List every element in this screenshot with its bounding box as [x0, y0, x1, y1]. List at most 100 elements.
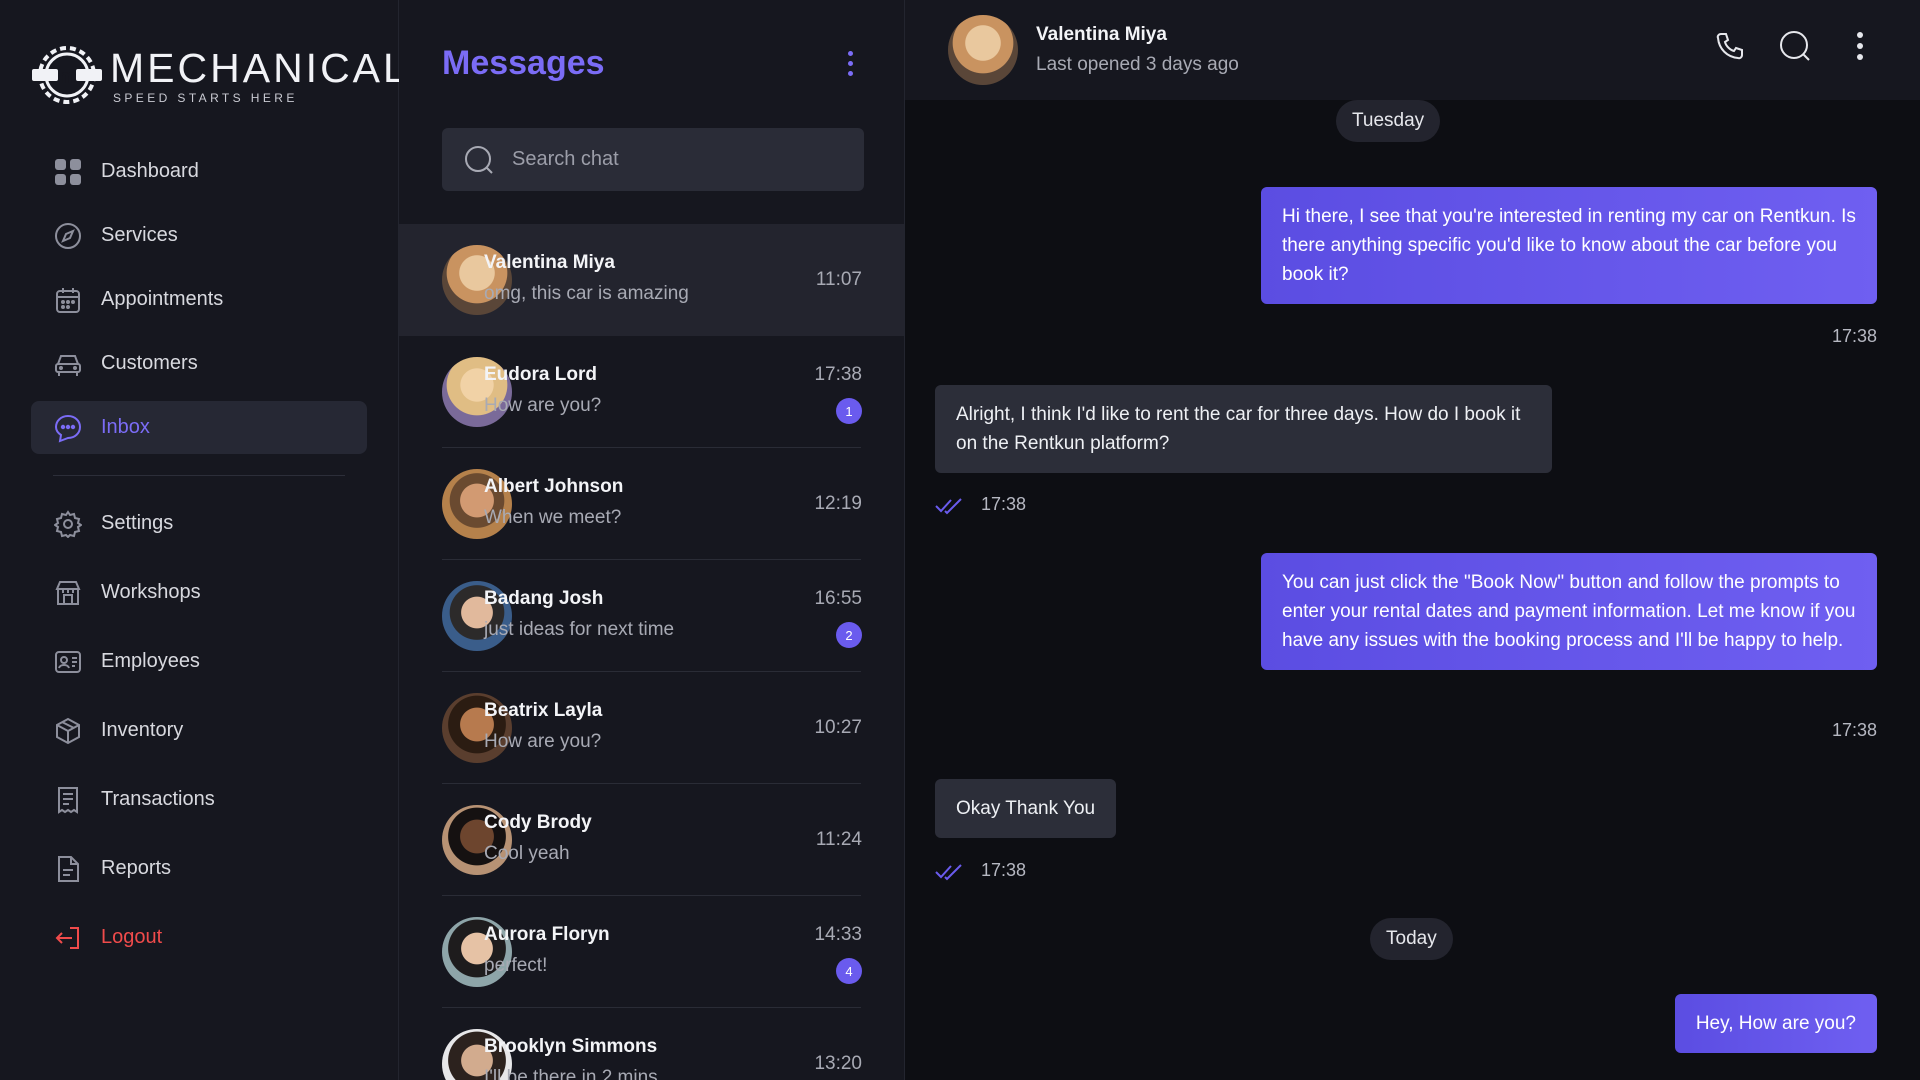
conversation-time: 13:20 — [814, 1053, 862, 1074]
conversation-preview: I'll be there in 2 mins — [484, 1067, 658, 1080]
conversation-name: Brooklyn Simmons — [484, 1036, 658, 1057]
message-outgoing[interactable]: You can just click the "Book Now" button… — [1261, 553, 1877, 670]
brand-title: MECHANICAL — [110, 44, 409, 91]
message-time: 17:38 — [1831, 720, 1877, 740]
conversation-time: 10:27 — [814, 717, 862, 738]
day-separator: Tuesday — [1336, 100, 1441, 142]
sidebar-item-services[interactable]: Services — [31, 209, 367, 262]
sidebar-item-label: Settings — [101, 512, 174, 534]
unread-badge: 4 — [836, 958, 862, 984]
calendar-icon — [53, 285, 83, 315]
conversation-item[interactable]: Valentina Miya omg, this car is amazing … — [399, 224, 904, 336]
conversation-item[interactable]: Beatrix Layla How are you? 10:27 — [399, 672, 904, 784]
sidebar-item-label: Transactions — [101, 788, 215, 810]
contact-avatar[interactable] — [948, 15, 1018, 85]
conversation-time: 11:07 — [815, 269, 862, 290]
day-separator: Today — [1370, 918, 1453, 960]
sidebar-item-label: Inbox — [101, 416, 150, 438]
sidebar-item-label: Workshops — [101, 581, 201, 603]
message-outgoing[interactable]: Hi there, I see that you're interested i… — [1261, 187, 1877, 304]
conversation-preview: How are you? — [484, 731, 602, 752]
conversation-time: 11:24 — [815, 829, 862, 850]
sidebar-item-customers[interactable]: Customers — [31, 337, 367, 390]
sidebar-item-dashboard[interactable]: Dashboard — [31, 145, 367, 198]
sidebar-item-label: Appointments — [101, 288, 224, 310]
search-input[interactable] — [512, 148, 852, 171]
conversation-name: Albert Johnson — [484, 476, 624, 497]
contact-name: Valentina Miya — [1036, 24, 1167, 45]
sidebar-item-employees[interactable]: Employees — [31, 635, 367, 688]
chat-panel: Valentina Miya Last opened 3 days ago Tu… — [905, 0, 1920, 1080]
conversation-preview: omg, this car is amazing — [484, 283, 689, 304]
logout-icon — [53, 923, 83, 953]
conversation-name: Eudora Lord — [484, 364, 597, 385]
gear-logo-icon: m — [32, 46, 102, 104]
sidebar-item-reports[interactable]: Reports — [31, 842, 367, 895]
sidebar-item-workshops[interactable]: Workshops — [31, 566, 367, 619]
search-chat-button[interactable] — [1779, 28, 1811, 64]
receipt-icon — [53, 785, 83, 815]
search-bar — [442, 128, 864, 191]
conversation-preview: just ideas for next time — [484, 619, 675, 640]
sidebar-nav: Dashboard Services Appointments Customer… — [31, 145, 367, 980]
conversation-item[interactable]: Aurora Floryn perfect! 14:33 4 — [399, 896, 904, 1008]
call-button[interactable] — [1714, 28, 1746, 64]
sidebar-item-label: Inventory — [101, 719, 184, 741]
conversation-time: 14:33 — [814, 924, 862, 945]
conversation-preview: Cool yeah — [484, 843, 570, 864]
sidebar-item-label: Services — [101, 224, 178, 246]
message-time: 17:38 — [1831, 326, 1877, 346]
conversation-time: 12:19 — [814, 493, 862, 514]
conversation-list: Valentina Miya omg, this car is amazing … — [399, 224, 904, 1080]
conversation-item[interactable]: Brooklyn Simmons I'll be there in 2 mins 1… — [399, 1008, 904, 1080]
sidebar-item-label: Dashboard — [101, 160, 199, 182]
messages-panel: Messages Valentina Miya omg, this car is… — [399, 0, 905, 1080]
sidebar-item-settings[interactable]: Settings — [31, 497, 367, 550]
conversation-item[interactable]: Cody Brody Cool yeah 11:24 — [399, 784, 904, 896]
unread-badge: 1 — [836, 398, 862, 424]
gear-icon — [53, 509, 83, 539]
message-outgoing[interactable]: Hey, How are you? — [1674, 994, 1877, 1053]
document-icon — [53, 854, 83, 884]
logout-button[interactable]: Logout — [31, 911, 367, 964]
conversation-name: Valentina Miya — [484, 252, 615, 273]
messages-title: Messages — [442, 44, 605, 82]
conversation-preview: When we meet? — [484, 507, 622, 528]
grid-icon — [53, 157, 83, 187]
conversation-name: Badang Josh — [484, 588, 604, 609]
sidebar-item-inbox[interactable]: Inbox — [31, 401, 367, 454]
conversation-item[interactable]: Eudora Lord How are you? 17:38 1 — [399, 336, 904, 448]
conversation-time: 17:38 — [814, 364, 862, 385]
search-icon — [465, 145, 493, 174]
double-check-icon — [935, 498, 962, 515]
id-card-icon — [53, 647, 83, 677]
sidebar-item-transactions[interactable]: Transactions — [31, 773, 367, 826]
sidebar-item-inventory[interactable]: Inventory — [31, 704, 367, 757]
unread-badge: 2 — [836, 622, 862, 648]
conversation-name: Beatrix Layla — [484, 700, 603, 721]
message-incoming[interactable]: Alright, I think I'd like to rent the ca… — [935, 385, 1552, 473]
brand-logo[interactable]: m MECHANICAL SPEED STARTS HERE — [30, 40, 409, 110]
brand-tagline: SPEED STARTS HERE — [113, 90, 298, 105]
sidebar-item-label: Customers — [101, 352, 198, 374]
message-time: 17:38 — [981, 860, 1027, 880]
message-time: 17:38 — [981, 494, 1027, 514]
conversation-item[interactable]: Albert Johnson When we meet? 12:19 — [399, 448, 904, 560]
conversation-preview: perfect! — [484, 955, 548, 976]
chat-more-icon[interactable] — [1844, 28, 1876, 64]
message-incoming[interactable]: Okay Thank You — [935, 779, 1117, 838]
sidebar-item-appointments[interactable]: Appointments — [31, 273, 367, 326]
conversation-name: Aurora Floryn — [484, 924, 610, 945]
sidebar-item-label: Reports — [101, 857, 172, 879]
box-icon — [53, 716, 83, 746]
messages-more-icon[interactable] — [840, 46, 860, 82]
sidebar-item-label: Employees — [101, 650, 200, 672]
double-check-icon — [935, 864, 962, 881]
shop-icon — [53, 578, 83, 608]
svg-text:m: m — [58, 66, 76, 88]
car-icon — [53, 349, 83, 379]
sidebar: m MECHANICAL SPEED STARTS HERE Dashboard… — [0, 0, 406, 1080]
conversation-item[interactable]: Badang Josh just ideas for next time 16:55… — [399, 560, 904, 672]
compass-icon — [53, 221, 83, 251]
search-icon — [1780, 31, 1810, 61]
